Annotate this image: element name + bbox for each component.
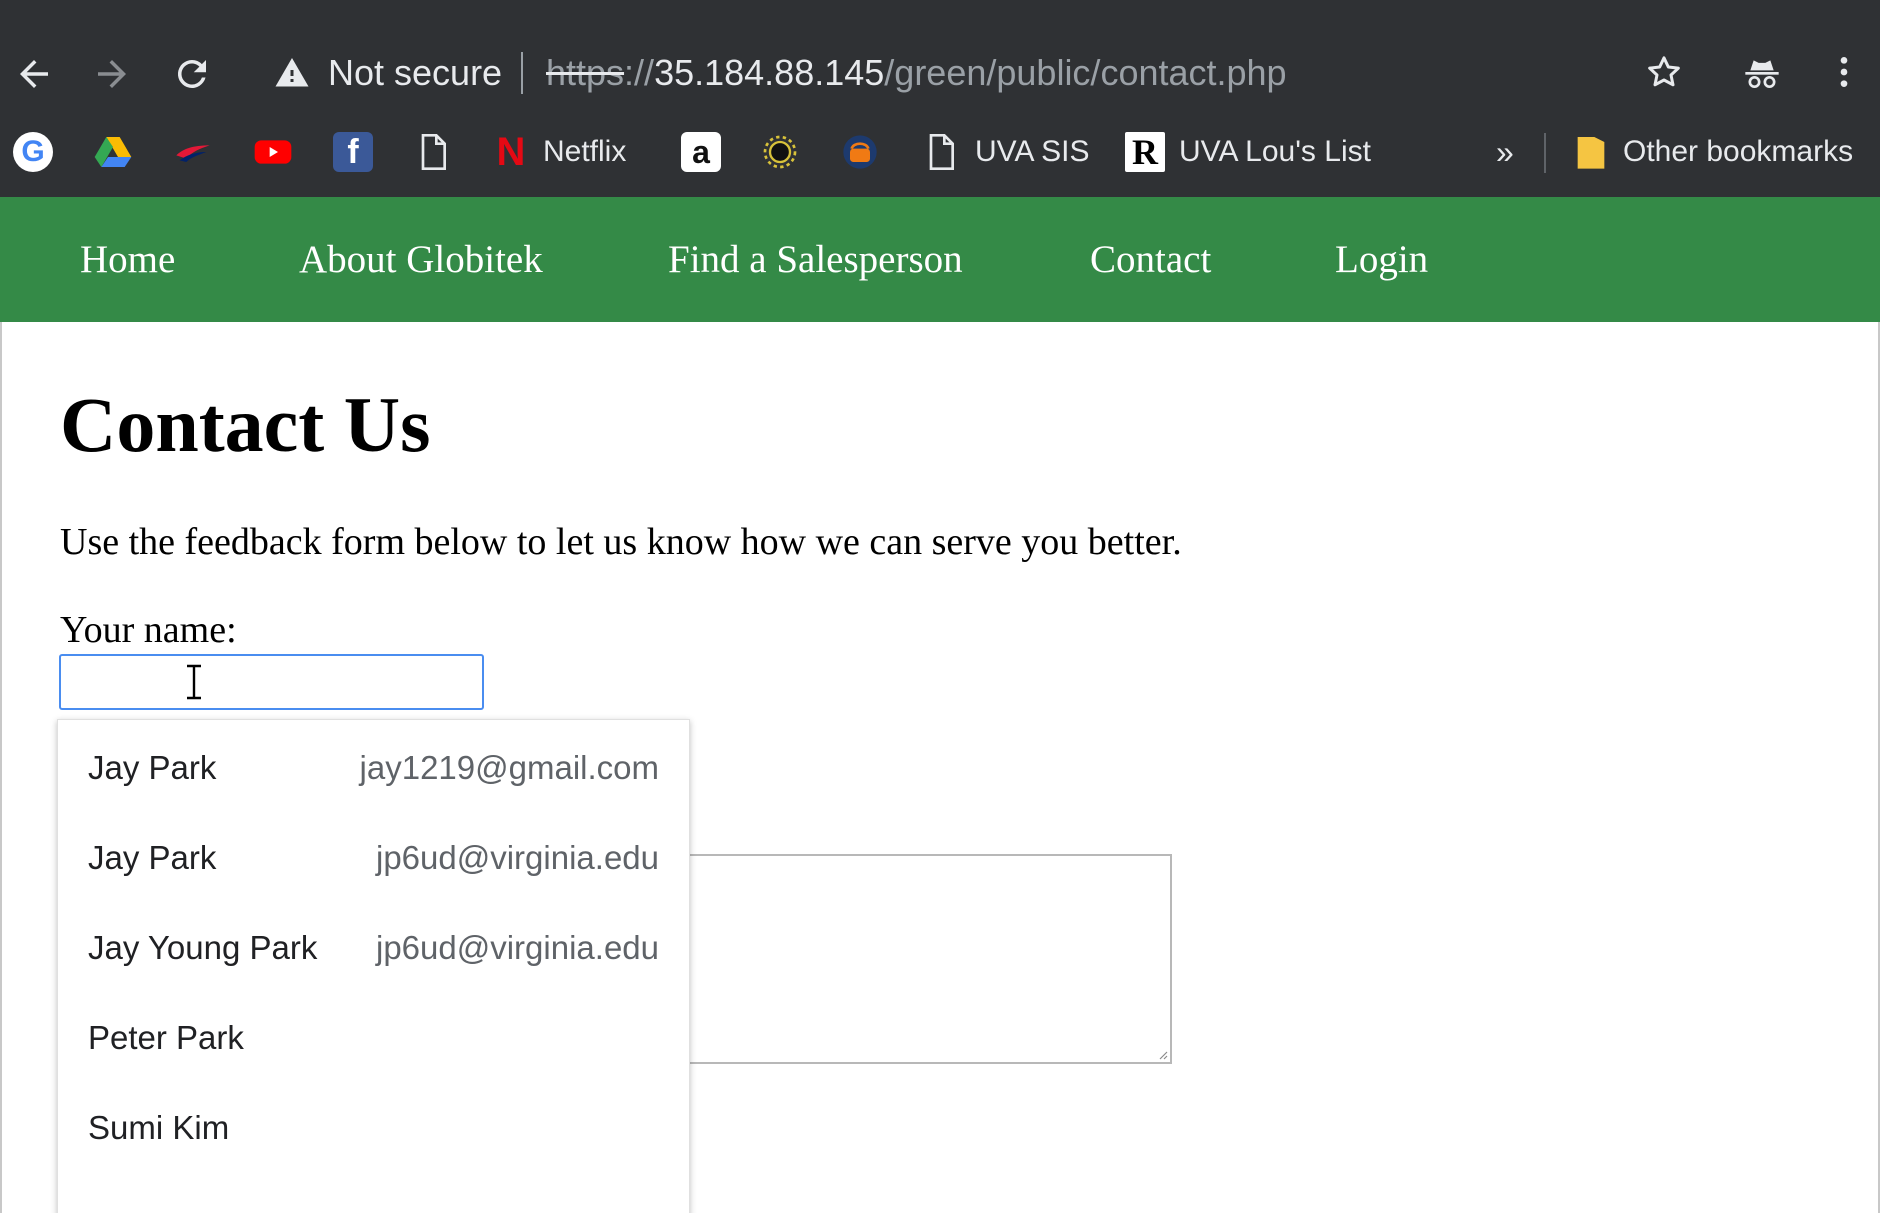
address-bar[interactable]: https://35.184.88.145/green/public/conta… <box>546 48 1287 98</box>
r-logo-icon: R <box>1125 132 1165 172</box>
autofill-name: Jay Park <box>88 749 217 786</box>
intro-text: Use the feedback form below to let us kn… <box>60 521 1182 563</box>
url-path: /green/public/contact.php <box>884 52 1287 93</box>
bookmark-label: UVA Lou's List <box>1179 135 1371 168</box>
reload-icon <box>177 59 206 88</box>
netflix-icon: N <box>496 129 526 174</box>
sun-icon <box>763 135 797 169</box>
name-label: Your name: <box>60 609 237 651</box>
drive-icon <box>94 137 132 167</box>
nav-find-salesperson[interactable]: Find a Salesperson <box>668 197 963 322</box>
site-nav: Home About Globitek Find a Salesperson C… <box>0 197 1880 322</box>
page-icon <box>421 134 446 170</box>
nav-login[interactable]: Login <box>1335 197 1428 322</box>
folder-icon <box>1577 137 1605 169</box>
bookmarks-overflow-button[interactable]: » <box>1496 124 1514 180</box>
back-arrow-icon <box>20 60 48 88</box>
facebook-icon: f <box>333 132 373 172</box>
bookmarks-divider <box>1544 133 1546 173</box>
autofill-item[interactable]: Jay Park jp6ud@virginia.edu <box>58 813 691 903</box>
incognito-icon <box>1745 60 1779 88</box>
menu-button[interactable] <box>1814 42 1874 102</box>
autofill-email: jay1219@gmail.com <box>359 749 659 786</box>
bookmark-facebook[interactable]: f <box>333 124 373 180</box>
forward-button[interactable] <box>80 42 144 106</box>
forward-arrow-icon <box>98 60 126 88</box>
youtube-icon <box>254 140 292 164</box>
bookmark-google[interactable]: G <box>13 124 53 180</box>
google-icon: G <box>13 132 53 172</box>
bookmark-drive[interactable] <box>93 124 133 180</box>
bookmark-sun[interactable] <box>760 124 800 180</box>
url-separator: :// <box>624 52 655 93</box>
nav-home[interactable]: Home <box>80 197 175 322</box>
feedback-textarea[interactable] <box>642 854 1172 1064</box>
autofill-item[interactable]: Peter Park <box>58 993 691 1083</box>
bank-flag-icon <box>176 145 210 162</box>
autofill-email: jp6ud@virginia.edu <box>375 929 659 966</box>
bookmark-bank[interactable] <box>173 124 213 180</box>
text-cursor-icon <box>187 664 201 700</box>
page-title: Contact Us <box>60 381 431 468</box>
nav-contact[interactable]: Contact <box>1090 197 1211 322</box>
browser-chrome: Not secure https://35.184.88.145/green/p… <box>0 0 1880 197</box>
bookmark-netflix[interactable]: N Netflix <box>493 124 627 180</box>
bookmark-star-button[interactable] <box>1634 42 1694 102</box>
other-bookmarks-folder[interactable]: Other bookmarks <box>1573 124 1853 180</box>
incognito-button[interactable] <box>1732 42 1792 102</box>
autofill-name: Jay Park <box>88 839 217 876</box>
bookmark-basket[interactable] <box>840 124 880 180</box>
resize-grip-icon[interactable] <box>1156 1048 1168 1060</box>
star-icon <box>1648 56 1680 87</box>
name-input[interactable] <box>59 654 484 710</box>
security-indicator[interactable]: Not secure <box>274 48 502 98</box>
bookmarks-bar: G f N Netflix a UVA SIS R UVA Lou's List… <box>0 124 1880 180</box>
bookmark-uva-lous-list[interactable]: R UVA Lou's List <box>1125 124 1371 180</box>
bookmark-youtube[interactable] <box>253 124 293 180</box>
autofill-name: Sumi Kim <box>88 1109 230 1146</box>
autofill-item[interactable]: Jay Park jay1219@gmail.com <box>58 723 691 813</box>
autofill-email: jp6ud@virginia.edu <box>375 839 659 876</box>
page-icon <box>929 134 954 170</box>
omnibox-divider <box>521 52 523 94</box>
bookmark-label: Netflix <box>543 135 627 168</box>
bookmark-page[interactable] <box>413 124 453 180</box>
autofill-name: Peter Park <box>88 1019 244 1056</box>
autofill-dropdown: Jay Park jay1219@gmail.com Jay Park jp6u… <box>57 719 690 1213</box>
nav-about[interactable]: About Globitek <box>299 197 543 322</box>
security-text: Not secure <box>328 52 503 93</box>
other-bookmarks-label: Other bookmarks <box>1623 135 1854 168</box>
bookmark-label: UVA SIS <box>975 135 1090 168</box>
warning-icon <box>275 58 309 87</box>
url-scheme: https <box>546 52 625 93</box>
basket-icon <box>843 135 877 169</box>
amazon-icon: a <box>681 132 721 172</box>
bookmark-amazon[interactable]: a <box>681 124 721 180</box>
more-vert-icon <box>1840 57 1848 87</box>
autofill-item[interactable]: Jay Young Park jp6ud@virginia.edu <box>58 903 691 993</box>
autofill-name: Jay Young Park <box>88 929 318 966</box>
autofill-item[interactable]: Sumi Kim <box>58 1083 691 1173</box>
url-host: 35.184.88.145 <box>654 52 885 93</box>
reload-button[interactable] <box>160 42 224 106</box>
back-button[interactable] <box>2 42 66 106</box>
chevron-double-right-icon: » <box>1496 133 1514 170</box>
bookmark-uva-sis[interactable]: UVA SIS <box>921 124 1090 180</box>
page-content: Contact Us Use the feedback form below t… <box>0 322 1880 1213</box>
